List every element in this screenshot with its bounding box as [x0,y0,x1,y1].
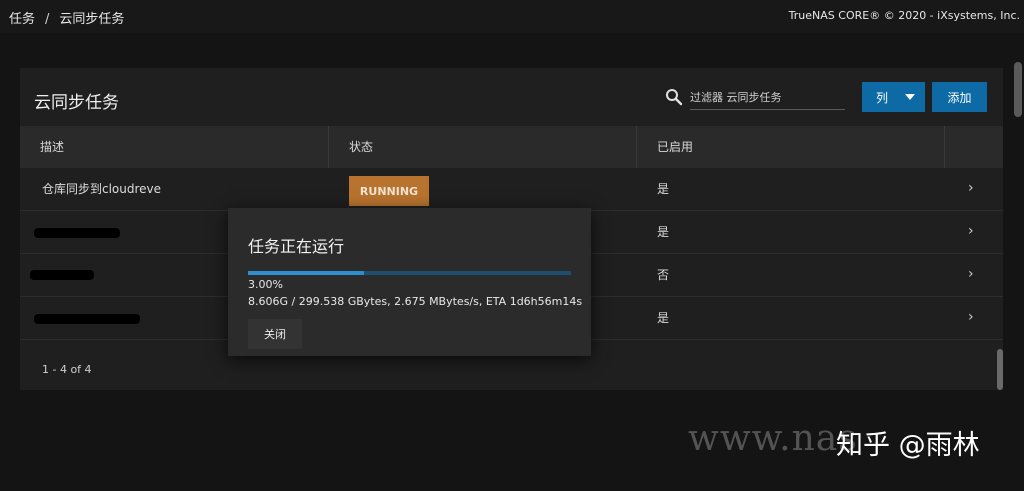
chevron-right-icon[interactable]: › [968,297,974,339]
row-description: 仓库同步到cloudreve [42,182,162,196]
columns-button[interactable]: 列 [862,82,925,112]
table-row[interactable]: 仓库同步到cloudreve RUNNING 是 › [20,168,1003,211]
breadcrumb-separator: / [45,12,50,27]
breadcrumb-current: 云同步任务 [59,12,125,27]
chevron-right-icon[interactable]: › [968,211,974,253]
search-icon [666,89,683,106]
breadcrumb-parent[interactable]: 任务 [9,12,35,27]
close-button[interactable]: 关闭 [248,319,302,349]
add-button[interactable]: 添加 [932,82,987,112]
chevron-right-icon[interactable]: › [968,168,974,210]
chevron-down-icon [905,94,915,100]
header-enabled[interactable]: 已启用 [637,126,945,168]
task-running-dialog: 任务正在运行 3.00% 8.606G / 299.538 GBytes, 2.… [228,208,591,356]
table-scrollbar[interactable] [997,349,1003,390]
progress-percent: 3.00% [248,278,283,291]
redacted-description [34,314,140,324]
top-bar: 任务 / 云同步任务 TrueNAS CORE® © 2020 - iXsystem… [0,0,1024,33]
card-title: 云同步任务 [34,93,119,113]
redacted-description [34,228,120,238]
copyright-text[interactable]: TrueNAS CORE® © 2020 - iXsystems, Inc. [789,9,1020,22]
search-input[interactable] [690,86,845,110]
columns-button-label: 列 [876,90,889,105]
header-status[interactable]: 状态 [329,126,637,168]
table-header: 描述 状态 已启用 [20,126,1003,168]
breadcrumb: 任务 / 云同步任务 [9,8,124,27]
watermark-account: 知乎 @雨林 [836,430,980,461]
header-description[interactable]: 描述 [20,126,329,168]
chevron-right-icon[interactable]: › [968,254,974,296]
watermark-url: www.nas [688,418,858,459]
status-badge: RUNNING [349,176,429,206]
page-scrollbar[interactable] [1014,62,1022,117]
redacted-description [30,270,94,280]
row-enabled: 是 [657,182,670,196]
row-enabled: 是 [657,311,670,325]
pagination-count: 1 - 4 of 4 [42,363,92,376]
dialog-title: 任务正在运行 [248,237,345,256]
progress-bar-fill [248,271,365,275]
row-enabled: 是 [657,225,670,239]
progress-detail: 8.606G / 299.538 GBytes, 2.675 MBytes/s,… [248,295,583,308]
progress-bar [248,271,571,275]
row-enabled: 否 [657,268,670,282]
